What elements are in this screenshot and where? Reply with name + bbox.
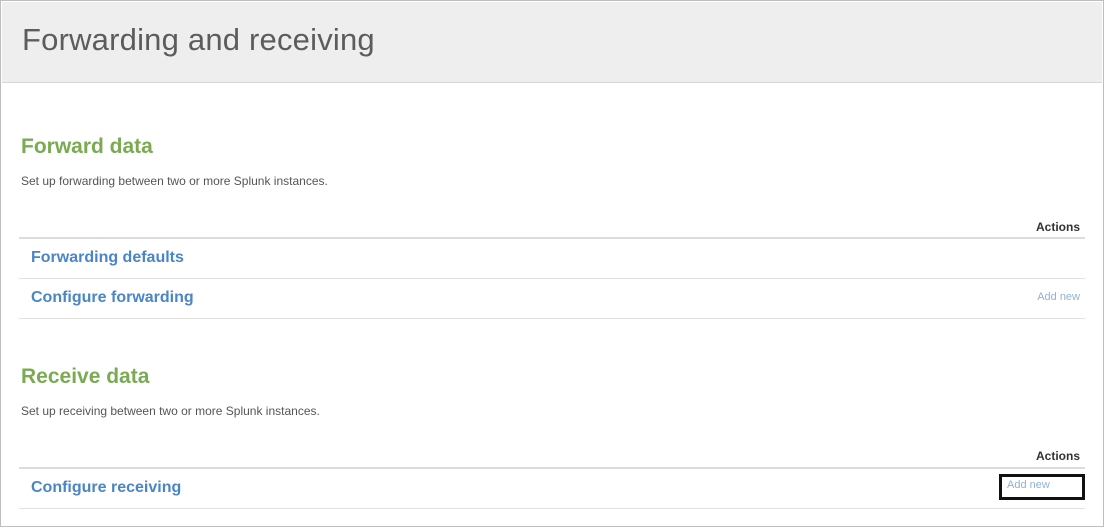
- section-description: Set up receiving between two or more Spl…: [21, 404, 320, 418]
- section-title: Forward data: [21, 135, 153, 158]
- table-row: Forwarding defaults: [19, 239, 1085, 279]
- add-new-forwarding-link[interactable]: Add new: [1037, 291, 1080, 303]
- forward-data-section: Forward data Set up forwarding between t…: [19, 129, 1085, 321]
- forwarding-defaults-link[interactable]: Forwarding defaults: [31, 249, 184, 267]
- page-title: Forwarding and receiving: [22, 22, 375, 57]
- page-header: Forwarding and receiving: [2, 2, 1102, 83]
- table-row: Configure receiving Add new: [19, 469, 1085, 509]
- configure-receiving-link[interactable]: Configure receiving: [31, 479, 181, 497]
- page-frame: Forwarding and receiving Forward data Se…: [0, 0, 1104, 527]
- section-title: Receive data: [21, 365, 150, 388]
- table-row: Configure forwarding Add new: [19, 279, 1085, 319]
- actions-column-header: Actions: [1035, 449, 1080, 463]
- add-new-receiving-link[interactable]: Add new: [999, 474, 1085, 500]
- configure-forwarding-link[interactable]: Configure forwarding: [31, 289, 194, 307]
- receive-data-section: Receive data Set up receiving between tw…: [19, 359, 1085, 514]
- section-description: Set up forwarding between two or more Sp…: [21, 174, 328, 188]
- actions-column-header: Actions: [1035, 220, 1080, 234]
